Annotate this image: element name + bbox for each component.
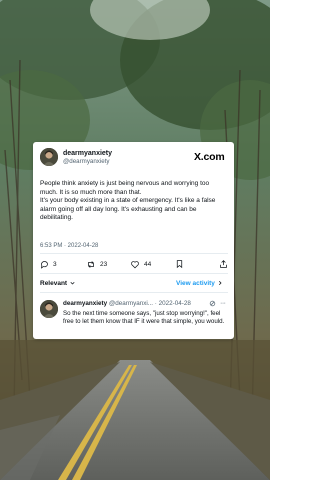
author-handle[interactable]: @dearmyanxiety: [63, 158, 110, 165]
reply-meta: @dearmyanxi... · 2022-04-28: [108, 300, 191, 307]
reply-button[interactable]: 3: [40, 258, 57, 270]
like-icon: [131, 260, 139, 268]
divider: [40, 253, 228, 254]
bookmark-button[interactable]: [175, 258, 184, 270]
like-count: 44: [144, 260, 152, 268]
author-display-name[interactable]: dearmyanxiety: [63, 150, 112, 157]
share-button[interactable]: [219, 258, 228, 270]
like-button[interactable]: 44: [130, 258, 151, 270]
repost-count: 23: [100, 260, 108, 268]
repost-button[interactable]: 23: [86, 258, 107, 270]
divider: [40, 292, 228, 293]
post-body: People think anxiety is just being nervo…: [40, 180, 228, 223]
chevron-down-icon: [70, 282, 75, 285]
reply-author-avatar[interactable]: [40, 300, 58, 318]
divider: [40, 273, 228, 274]
reply-author-name[interactable]: dearmyanxiety: [63, 300, 107, 307]
sort-label: Relevant: [40, 280, 68, 287]
reply-header: dearmyanxiety @dearmyanxi... · 2022-04-2…: [63, 300, 213, 307]
view-activity-link[interactable]: View activity: [176, 280, 223, 287]
chevron-right-icon: [218, 281, 222, 286]
reply-text: So the next time someone says, "just sto…: [63, 310, 225, 326]
post-body-paragraph: People think anxiety is just being nervo…: [40, 180, 210, 196]
reply-icon: [40, 260, 48, 269]
more-icon[interactable]: ···: [220, 300, 226, 307]
reply-count: 3: [53, 260, 57, 268]
repost-icon: [88, 260, 94, 268]
x-logo: X.com: [194, 151, 225, 163]
view-activity-label: View activity: [176, 280, 215, 287]
share-icon: [220, 260, 227, 268]
post-body-paragraph: It's your body existing in a state of em…: [40, 197, 216, 222]
author-avatar[interactable]: [40, 148, 58, 166]
bookmark-icon: [176, 260, 183, 269]
sort-dropdown[interactable]: Relevant: [40, 280, 76, 287]
post-timestamp[interactable]: 6:53 PM · 2022-04-28: [40, 243, 98, 249]
grok-icon[interactable]: [209, 300, 216, 307]
